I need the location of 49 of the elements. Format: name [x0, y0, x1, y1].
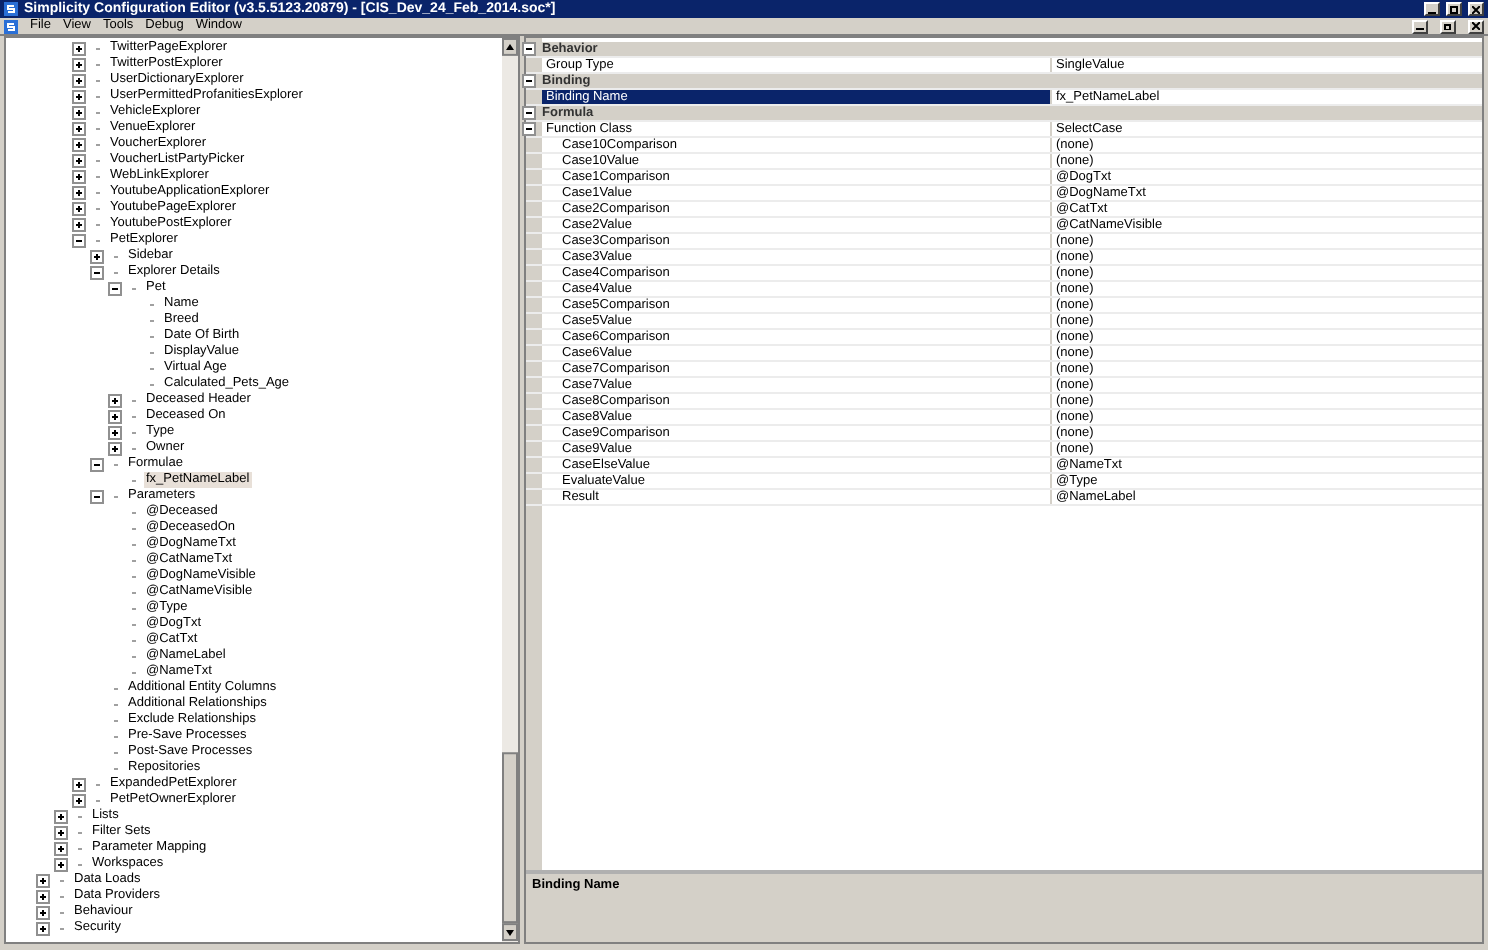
expand-icon[interactable]	[108, 441, 122, 455]
expand-icon[interactable]	[72, 169, 86, 183]
collapse-icon[interactable]	[72, 233, 86, 247]
expand-icon[interactable]	[72, 185, 86, 199]
expand-icon[interactable]	[54, 841, 68, 855]
expand-icon[interactable]	[90, 249, 104, 263]
expand-icon[interactable]	[36, 873, 50, 887]
app-icon	[4, 2, 18, 16]
expand-icon[interactable]	[72, 121, 86, 135]
expand-icon[interactable]	[72, 777, 86, 791]
expand-icon[interactable]	[108, 409, 122, 423]
collapse-icon[interactable]	[108, 281, 122, 295]
restore-icon	[1444, 22, 1452, 30]
maximize-button[interactable]	[1446, 2, 1462, 16]
minimize-button[interactable]	[1424, 2, 1440, 16]
close-icon	[1472, 5, 1480, 13]
expand-icon[interactable]	[72, 89, 86, 103]
expand-icon[interactable]	[54, 857, 68, 871]
expand-icon[interactable]	[72, 57, 86, 71]
expand-icon[interactable]	[72, 41, 86, 55]
close-button[interactable]	[1468, 19, 1484, 33]
expand-icon[interactable]	[72, 73, 86, 87]
restore-button[interactable]	[1440, 19, 1456, 33]
expand-icon[interactable]	[72, 793, 86, 807]
expand-icon[interactable]	[72, 153, 86, 167]
expand-icon[interactable]	[72, 137, 86, 151]
minimize-icon	[1416, 22, 1424, 30]
expand-icon[interactable]	[108, 393, 122, 407]
collapse-icon[interactable]	[90, 265, 104, 279]
collapse-icon[interactable]	[522, 106, 536, 120]
collapse-icon[interactable]	[90, 489, 104, 503]
expand-icon[interactable]	[72, 201, 86, 215]
expand-icon[interactable]	[108, 425, 122, 439]
expand-icon[interactable]	[54, 825, 68, 839]
scrollbar[interactable]	[502, 38, 518, 942]
expand-icon[interactable]	[36, 905, 50, 919]
close-button[interactable]	[1468, 2, 1484, 16]
expand-icon[interactable]	[36, 921, 50, 935]
collapse-icon[interactable]	[522, 122, 536, 136]
maximize-icon	[1450, 5, 1458, 13]
collapse-icon[interactable]	[522, 42, 536, 56]
expand-icon[interactable]	[72, 217, 86, 231]
expand-icon[interactable]	[54, 809, 68, 823]
collapse-icon[interactable]	[90, 457, 104, 471]
close-icon	[1472, 22, 1480, 30]
minimize-button[interactable]	[1412, 19, 1428, 33]
expand-icon[interactable]	[72, 105, 86, 119]
expand-icon[interactable]	[36, 889, 50, 903]
collapse-icon[interactable]	[522, 74, 536, 88]
